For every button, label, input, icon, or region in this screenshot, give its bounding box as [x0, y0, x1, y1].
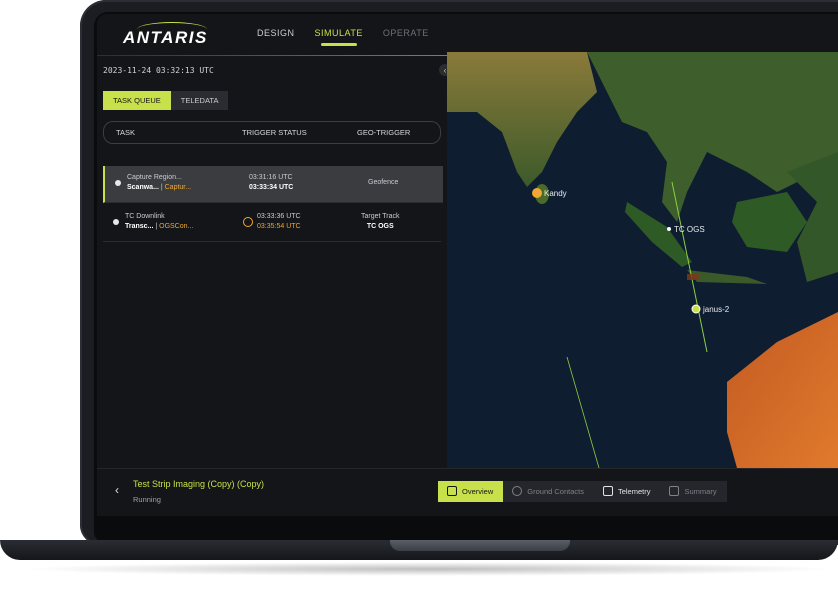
- mission-status: Running: [133, 495, 161, 504]
- tab-telemetry-label: Telemetry: [617, 487, 651, 496]
- nav-design[interactable]: DESIGN: [257, 28, 295, 46]
- geo-trigger: Target Track TC OGS: [361, 212, 400, 232]
- task-subtitle: Scanwa...: [127, 184, 159, 191]
- table-row[interactable]: Capture Region... Scanwa... | Captur... …: [103, 166, 443, 203]
- geo-trigger: Geofence: [368, 178, 398, 188]
- simulation-timestamp: 2023-11-24 03:32:13 UTC: [103, 66, 214, 75]
- tab-teledata[interactable]: TELEDATA: [170, 91, 229, 110]
- chevron-left-icon: ‹: [443, 65, 447, 75]
- task-title: TC Downlink: [125, 213, 165, 220]
- column-header-task: TASK: [116, 128, 136, 137]
- app-screen: ANTARIS DESIGN SIMULATE OPERATE 2023-11-…: [97, 14, 838, 516]
- map-canvas: [447, 52, 838, 468]
- task-name: Capture Region... Scanwa... | Captur...: [127, 173, 191, 193]
- tab-telemetry[interactable]: Telemetry: [593, 481, 661, 502]
- tab-task-queue[interactable]: TASK QUEUE: [103, 91, 171, 110]
- main-nav: DESIGN SIMULATE OPERATE: [257, 28, 429, 46]
- map-label-tc-ogs[interactable]: TC OGS: [674, 225, 705, 234]
- tab-summary[interactable]: Summary: [660, 481, 727, 502]
- task-status-icon: [115, 180, 121, 186]
- map-label-janus-2[interactable]: janus-2: [703, 305, 729, 314]
- tab-overview[interactable]: Overview: [438, 481, 504, 502]
- tab-ground-contacts[interactable]: Ground Contacts: [503, 481, 594, 502]
- tab-overview-label: Overview: [462, 487, 494, 496]
- table-row[interactable]: TC Downlink Transc... | OGSCon... 03:33:…: [103, 205, 441, 242]
- task-status-icon: [113, 219, 119, 225]
- laptop-base-notch: [390, 540, 570, 551]
- nav-operate[interactable]: OPERATE: [383, 28, 429, 46]
- laptop-shadow: [20, 562, 838, 576]
- nav-simulate[interactable]: SIMULATE: [315, 28, 363, 46]
- ground-station-marker: [532, 188, 542, 198]
- task-table-header: TASK TRIGGER STATUS GEO-TRIGGER: [103, 121, 441, 144]
- task-name: TC Downlink Transc... | OGSCon...: [125, 212, 193, 232]
- overview-icon: [447, 486, 457, 496]
- footer-tabs: Overview Ground Contacts Telemetry Summa…: [438, 481, 727, 502]
- trigger-status: 03:31:16 UTC 03:33:34 UTC: [249, 173, 293, 193]
- antaris-logo[interactable]: ANTARIS: [123, 28, 208, 48]
- trigger-end-time: 03:35:54 UTC: [257, 223, 301, 230]
- trigger-start-time: 03:31:16 UTC: [249, 174, 293, 181]
- mission-footer: ‹ Test Strip Imaging (Copy) (Copy) Runni…: [97, 468, 838, 516]
- column-header-trigger-status: TRIGGER STATUS: [242, 128, 307, 137]
- task-subtitle: Transc...: [125, 223, 154, 230]
- satellite-marker: [691, 304, 701, 314]
- task-panel: 2023-11-24 03:32:13 UTC ‹ TASK QUEUE TEL…: [97, 56, 451, 468]
- geo-trigger-type: Target Track: [361, 213, 400, 220]
- geo-trigger-type: Geofence: [368, 179, 399, 186]
- telemetry-icon: [602, 486, 613, 496]
- geo-trigger-target: TC OGS: [366, 223, 394, 230]
- globe-icon: [512, 486, 523, 496]
- tab-ground-contacts-label: Ground Contacts: [527, 487, 584, 496]
- app-header: ANTARIS DESIGN SIMULATE OPERATE: [97, 14, 838, 54]
- tc-ogs-marker: [667, 227, 671, 231]
- summary-icon: [669, 486, 680, 496]
- clock-icon: [243, 217, 253, 227]
- tab-summary-label: Summary: [684, 487, 717, 496]
- trigger-start-time: 03:33:36 UTC: [257, 213, 301, 220]
- mission-title: Test Strip Imaging (Copy) (Copy): [133, 479, 265, 489]
- task-target: Captur...: [164, 184, 192, 191]
- column-header-geo-trigger: GEO-TRIGGER: [357, 128, 411, 137]
- trigger-status: 03:33:36 UTC 03:35:54 UTC: [257, 212, 301, 232]
- back-arrow-icon[interactable]: ‹: [115, 483, 119, 497]
- task-target: OGSCon...: [159, 223, 194, 230]
- task-title: Capture Region...: [127, 174, 182, 181]
- map-label-kandy[interactable]: Kandy: [544, 189, 567, 198]
- satellite-map[interactable]: Kandy TC OGS janus-2: [447, 52, 838, 468]
- trigger-end-time: 03:33:34 UTC: [249, 184, 294, 191]
- panel-tabs: TASK QUEUE TELEDATA: [103, 91, 229, 110]
